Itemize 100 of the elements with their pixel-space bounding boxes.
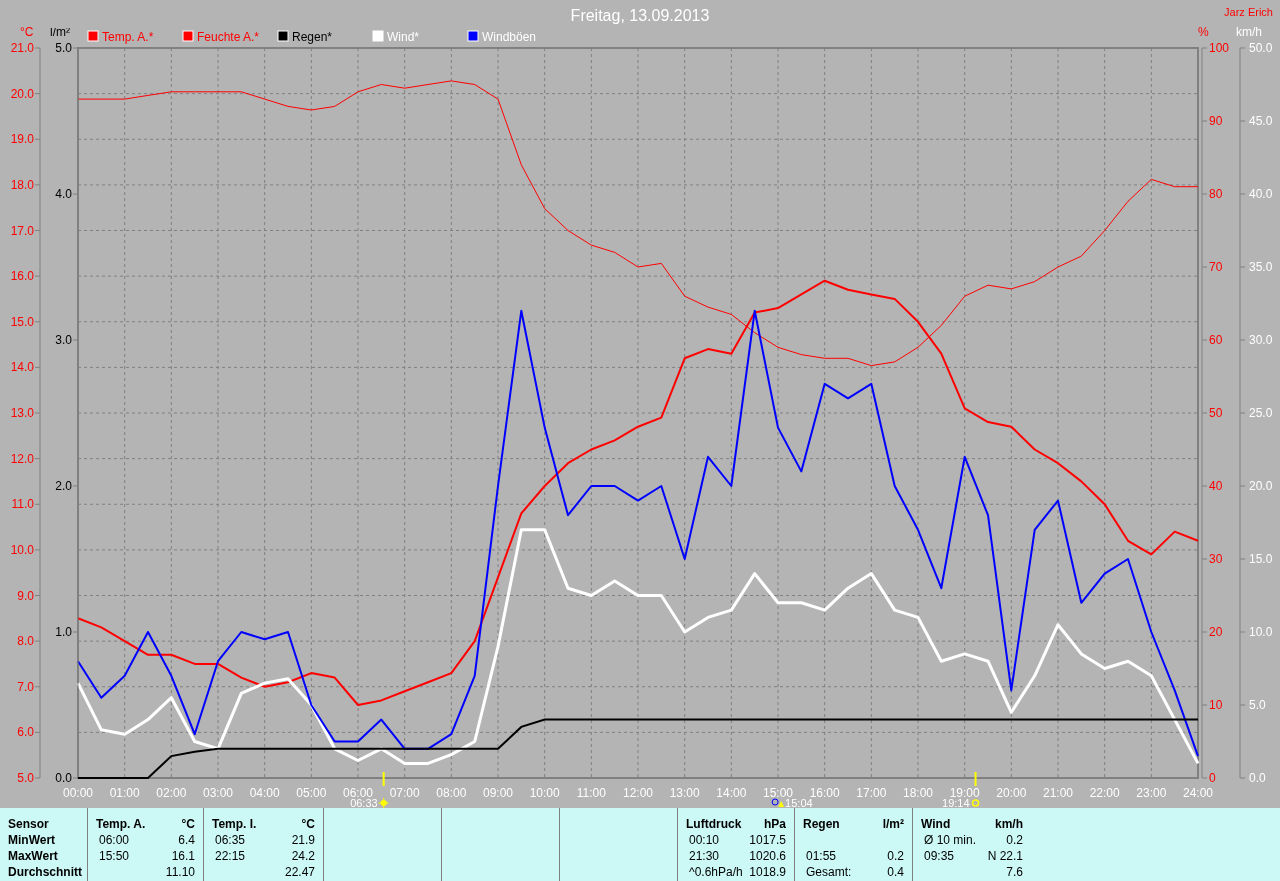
legend-label: Wind* bbox=[387, 30, 419, 44]
axis-tick-label: 6.0 bbox=[17, 725, 34, 740]
table-cell-text: 09:35 bbox=[923, 848, 955, 864]
axis-tick-label: 5.0 bbox=[17, 771, 34, 785]
time-axis-label: 07:00 bbox=[389, 786, 420, 800]
time-axis-label: 12:00 bbox=[623, 786, 653, 800]
time-axis-label: 08:00 bbox=[436, 786, 467, 800]
axis-tick-label: 13.0 bbox=[10, 406, 34, 420]
axis-tick-label: 0.0 bbox=[55, 771, 72, 782]
axis-tick-label: 10.0 bbox=[1249, 625, 1273, 639]
axis-unit: °C bbox=[20, 25, 34, 39]
column-unit: km/h bbox=[995, 816, 1023, 832]
axis-tick-label: 18.0 bbox=[10, 177, 34, 192]
axis-tick-label: 10 bbox=[1209, 698, 1223, 712]
axis-tick-label: 60 bbox=[1209, 333, 1223, 347]
time-axis-label: 18:00 bbox=[903, 786, 933, 800]
axis-tick-label: 0.0 bbox=[1249, 771, 1266, 785]
table-cell: 11.10 bbox=[165, 864, 195, 880]
axis-tick-label: 5.0 bbox=[1249, 698, 1266, 712]
chart-title: Freitag, 13.09.2013 bbox=[570, 7, 710, 24]
column-unit: l/m² bbox=[882, 816, 904, 832]
table-cell-text: 01:55 bbox=[805, 848, 837, 864]
axis-tick-label: 20 bbox=[1209, 625, 1223, 639]
legend-label: Windböen bbox=[482, 30, 537, 44]
axis-tick-label: 1.0 bbox=[55, 625, 72, 639]
column-title: Wind bbox=[921, 816, 951, 832]
column-unit: hPa bbox=[764, 816, 786, 832]
column-unit: °C bbox=[301, 816, 315, 832]
time-axis-label: 05:00 bbox=[296, 786, 327, 800]
table-cell: 0.2 bbox=[1006, 832, 1023, 848]
axis-tick-label: 20.0 bbox=[1249, 479, 1273, 493]
axis-tick-label: 45.0 bbox=[1249, 114, 1273, 128]
table-cell-text: ^0.6hPa/h bbox=[688, 864, 743, 880]
axis-tick-label: 11.0 bbox=[11, 497, 34, 512]
time-axis-label: 24:00 bbox=[1183, 786, 1213, 800]
axis-tick-label: 25.0 bbox=[1249, 406, 1273, 420]
table-cell-text: 22:15 bbox=[214, 848, 246, 864]
table-cell: 6.4 bbox=[178, 832, 195, 848]
table-cell-text: Ø 10 min. bbox=[923, 832, 977, 848]
table-cell: 7.6 bbox=[1006, 864, 1023, 880]
axis-tick-label: 50.0 bbox=[1249, 41, 1273, 55]
legend-label: Feuchte A.* bbox=[197, 30, 260, 44]
time-axis-label: 02:00 bbox=[156, 786, 187, 800]
axis-tick-label: 16.0 bbox=[10, 269, 34, 284]
time-axis-label: 00:00 bbox=[63, 786, 93, 800]
table-cell: N 22.1 bbox=[987, 848, 1023, 864]
axis-tick-label: 90 bbox=[1209, 114, 1223, 128]
axis-tick-label: 15.0 bbox=[10, 314, 34, 329]
axis-tick-label: 19.0 bbox=[10, 132, 34, 147]
axis-tick-label: 7.0 bbox=[17, 679, 34, 694]
axis-tick-label: 8.0 bbox=[17, 634, 34, 649]
time-marker bbox=[974, 771, 977, 787]
axis-unit: l/m² bbox=[50, 28, 70, 39]
axis-tick-label: 50 bbox=[1209, 406, 1223, 420]
axis-unit: km/h bbox=[1236, 25, 1262, 39]
time-axis-label: 19:00 bbox=[949, 786, 980, 800]
time-axis-label: 22:00 bbox=[1089, 786, 1120, 800]
axis-tick-label: 12.0 bbox=[10, 451, 34, 466]
table-cell-text: 00:10 bbox=[688, 832, 720, 848]
axis-tick-label: 10.0 bbox=[10, 542, 34, 557]
time-axis-label: 13:00 bbox=[669, 786, 700, 800]
axis-tick-label: 9.0 bbox=[17, 588, 34, 603]
time-marker bbox=[382, 771, 385, 787]
time-axis-label: 06:00 bbox=[343, 786, 373, 800]
legend-label: Regen* bbox=[292, 30, 333, 44]
axis-tick-label: 80 bbox=[1209, 187, 1223, 201]
author-name: Jarz Erich bbox=[1224, 6, 1273, 18]
column-unit: °C bbox=[181, 816, 195, 832]
time-axis-label: 03:00 bbox=[203, 786, 233, 800]
axis-unit: % bbox=[1198, 25, 1209, 39]
time-axis-label: 14:00 bbox=[716, 786, 747, 800]
time-marker-label: 06:33 bbox=[350, 797, 378, 808]
axis-tick-label: 2.0 bbox=[55, 479, 72, 493]
table-cell: 21.9 bbox=[291, 832, 315, 848]
row-label: MaxWert bbox=[8, 848, 59, 864]
axis-tick-label: 4.0 bbox=[55, 187, 72, 201]
table-cell-text: 06:00 bbox=[98, 832, 130, 848]
column-title: Regen bbox=[803, 816, 840, 832]
table-cell-text: Gesamt: bbox=[805, 864, 852, 880]
axis-tick-label: 40.0 bbox=[1249, 187, 1273, 201]
time-axis-label: 10:00 bbox=[529, 786, 560, 800]
sun-icon bbox=[971, 799, 980, 807]
table-cell: 1020.6 bbox=[749, 848, 786, 864]
legend-label: Temp. A.* bbox=[102, 30, 154, 44]
table-cell-text: 21:30 bbox=[688, 848, 720, 864]
time-axis-label: 16:00 bbox=[809, 786, 840, 800]
axis-tick-label: 30.0 bbox=[1249, 333, 1273, 347]
table-cell: 1018.9 bbox=[749, 864, 786, 880]
axis-tick-label: 100 bbox=[1209, 41, 1230, 55]
axis-tick-label: 21.0 bbox=[10, 41, 34, 55]
axis-tick-label: 3.0 bbox=[55, 333, 72, 347]
axis-tick-label: 0 bbox=[1209, 771, 1216, 785]
axis-tick-label: 40 bbox=[1209, 479, 1223, 493]
time-axis-label: 01:00 bbox=[109, 786, 140, 800]
axis-tick-label: 14.0 bbox=[10, 360, 34, 375]
time-axis-label: 23:00 bbox=[1136, 786, 1167, 800]
table-cell: 16.1 bbox=[171, 848, 195, 864]
time-axis-label: 11:00 bbox=[576, 786, 606, 800]
time-axis-label: 04:00 bbox=[249, 786, 280, 800]
axis-tick-label: 30 bbox=[1209, 552, 1223, 566]
